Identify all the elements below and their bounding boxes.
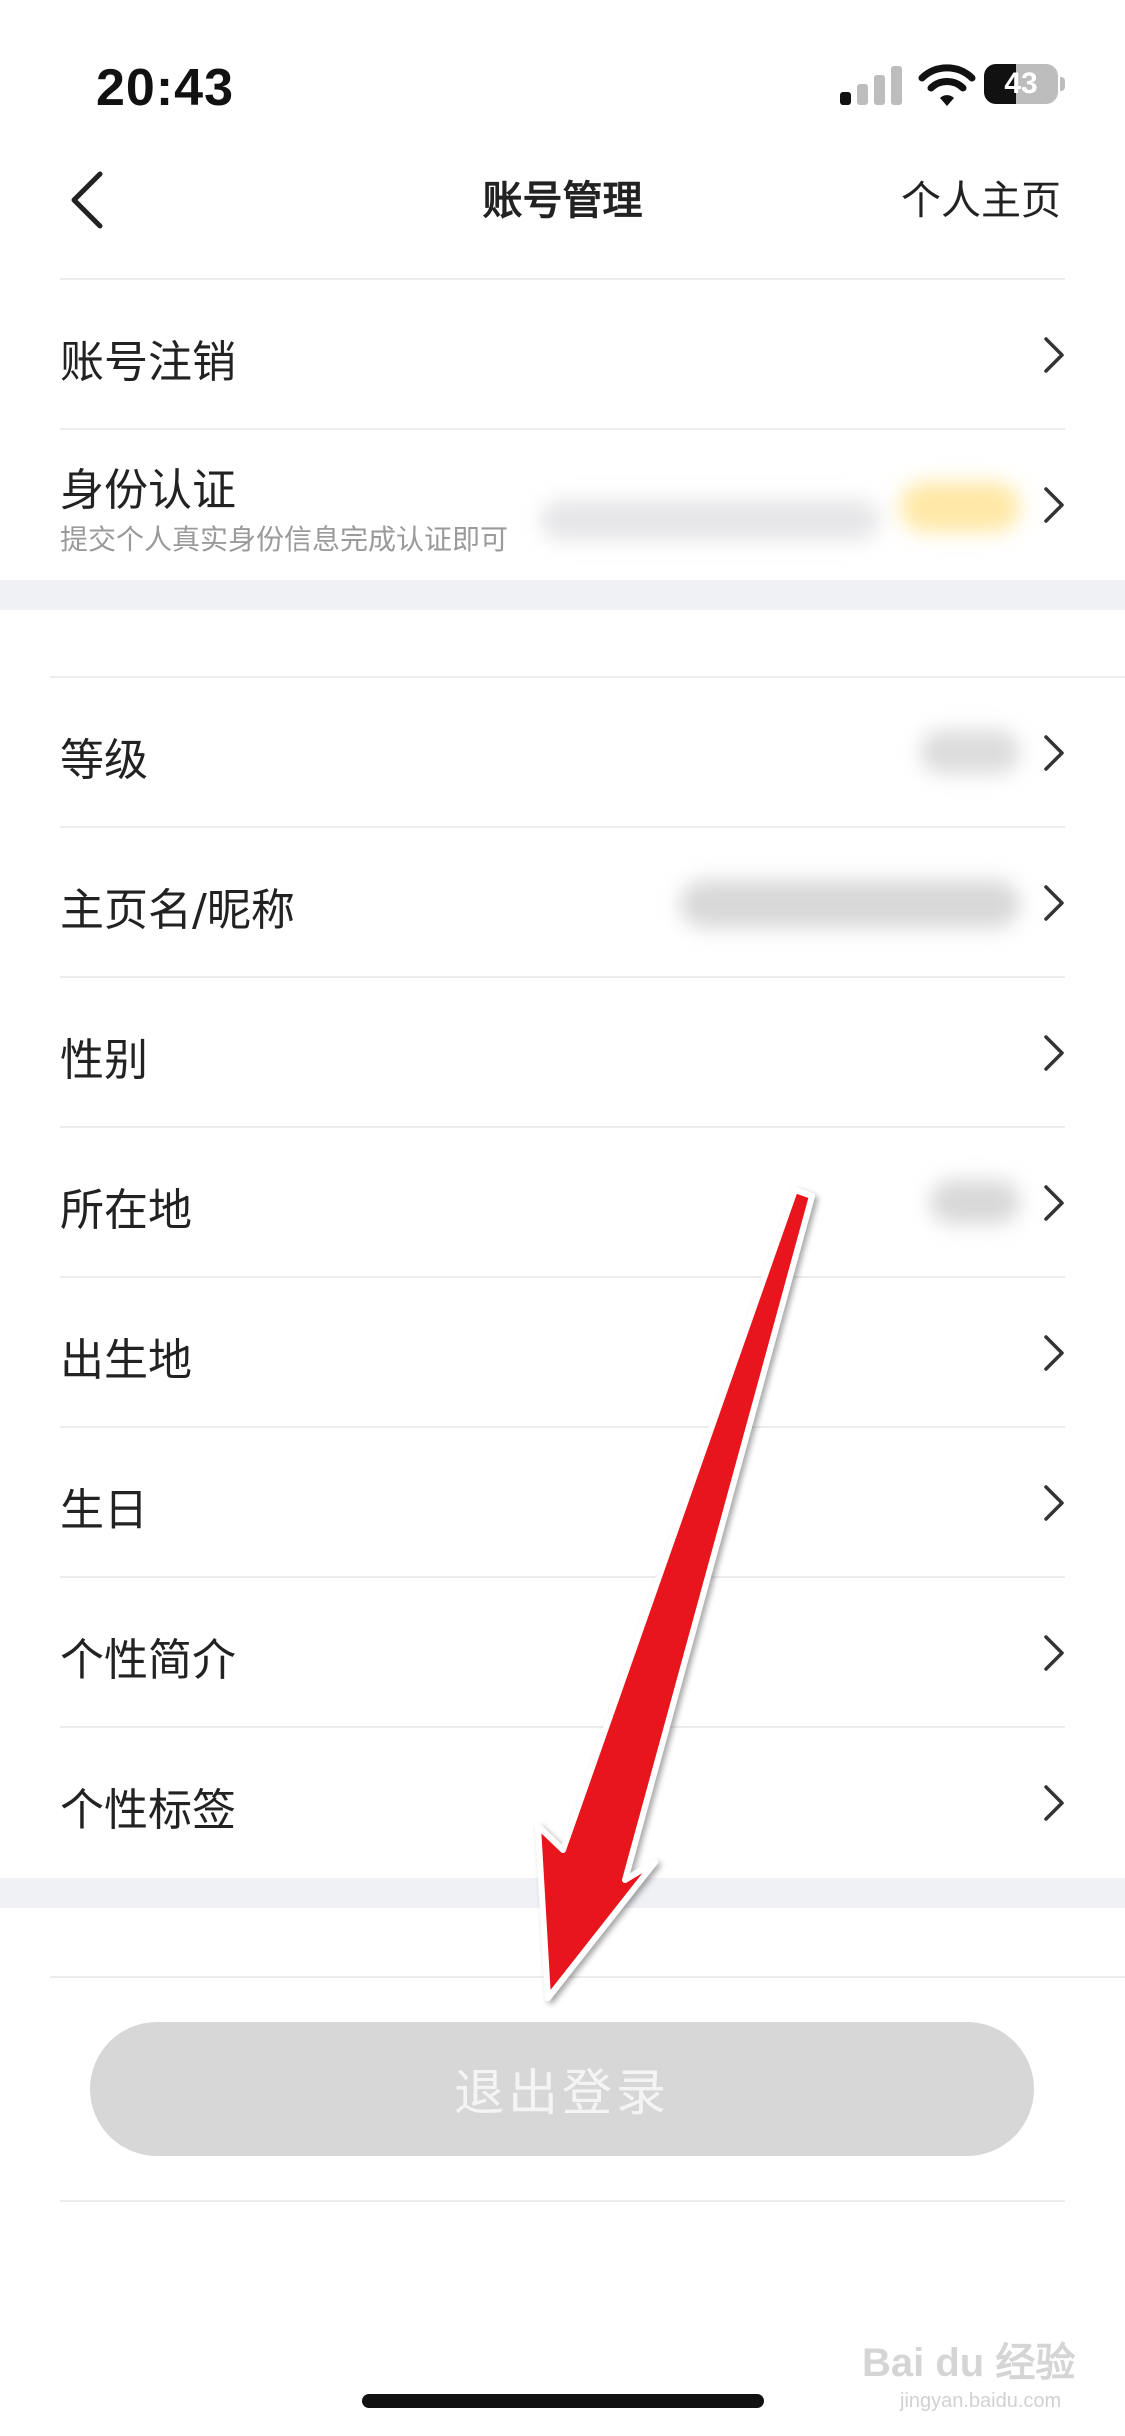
cellular-signal-icon <box>840 66 902 105</box>
personal-homepage-link[interactable]: 个人主页 <box>901 168 1061 226</box>
chevron-right-icon <box>1044 1035 1064 1071</box>
section-separator <box>0 580 1125 610</box>
blurred-badge <box>900 482 1020 532</box>
row-label: 生日 <box>60 1485 148 1536</box>
chevron-right-icon <box>1044 337 1064 373</box>
row-account-cancel[interactable]: 账号注销 <box>0 280 1125 430</box>
watermark-url: jingyan.baidu.com <box>900 2390 1062 2412</box>
section-separator <box>0 1878 1125 1908</box>
blurred-value <box>540 500 880 540</box>
row-subtitle: 提交个人真实身份信息完成认证即可 <box>60 523 509 556</box>
row-birthplace[interactable]: 出生地 <box>0 1278 1125 1428</box>
row-label: 性别 <box>60 1035 148 1086</box>
chevron-right-icon <box>1044 1335 1064 1371</box>
wifi-icon <box>918 64 976 106</box>
row-bio[interactable]: 个性简介 <box>0 1578 1125 1728</box>
chevron-right-icon <box>1044 885 1064 921</box>
blurred-value <box>680 880 1020 928</box>
home-indicator[interactable] <box>362 2394 764 2408</box>
chevron-right-icon <box>1044 1635 1064 1671</box>
chevron-right-icon <box>1044 1785 1064 1821</box>
blurred-value <box>930 1180 1020 1224</box>
row-tags[interactable]: 个性标签 <box>0 1728 1125 1878</box>
blurred-value <box>920 730 1020 774</box>
row-label: 账号注销 <box>60 337 236 388</box>
row-label: 主页名/昵称 <box>60 885 295 936</box>
row-label: 个性简介 <box>60 1635 236 1686</box>
battery-icon: 43 <box>984 64 1066 106</box>
baidu-watermark: Bai du 经验 <box>862 2341 1076 2385</box>
chevron-right-icon <box>1044 487 1064 523</box>
row-label: 个性标签 <box>60 1785 236 1836</box>
row-label: 等级 <box>60 735 148 786</box>
row-gender[interactable]: 性别 <box>0 978 1125 1128</box>
row-label: 所在地 <box>60 1185 192 1236</box>
divider <box>60 2200 1065 2202</box>
chevron-right-icon <box>1044 1185 1064 1221</box>
battery-percent: 43 <box>1004 67 1038 100</box>
row-birthday[interactable]: 生日 <box>0 1428 1125 1578</box>
chevron-right-icon <box>1044 735 1064 771</box>
row-label: 出生地 <box>60 1335 192 1386</box>
chevron-right-icon <box>1044 1485 1064 1521</box>
logout-button[interactable]: 退出登录 <box>90 2022 1034 2156</box>
row-label: 身份认证 <box>60 465 236 516</box>
divider <box>50 1976 1125 1978</box>
status-time: 20:43 <box>96 59 234 117</box>
